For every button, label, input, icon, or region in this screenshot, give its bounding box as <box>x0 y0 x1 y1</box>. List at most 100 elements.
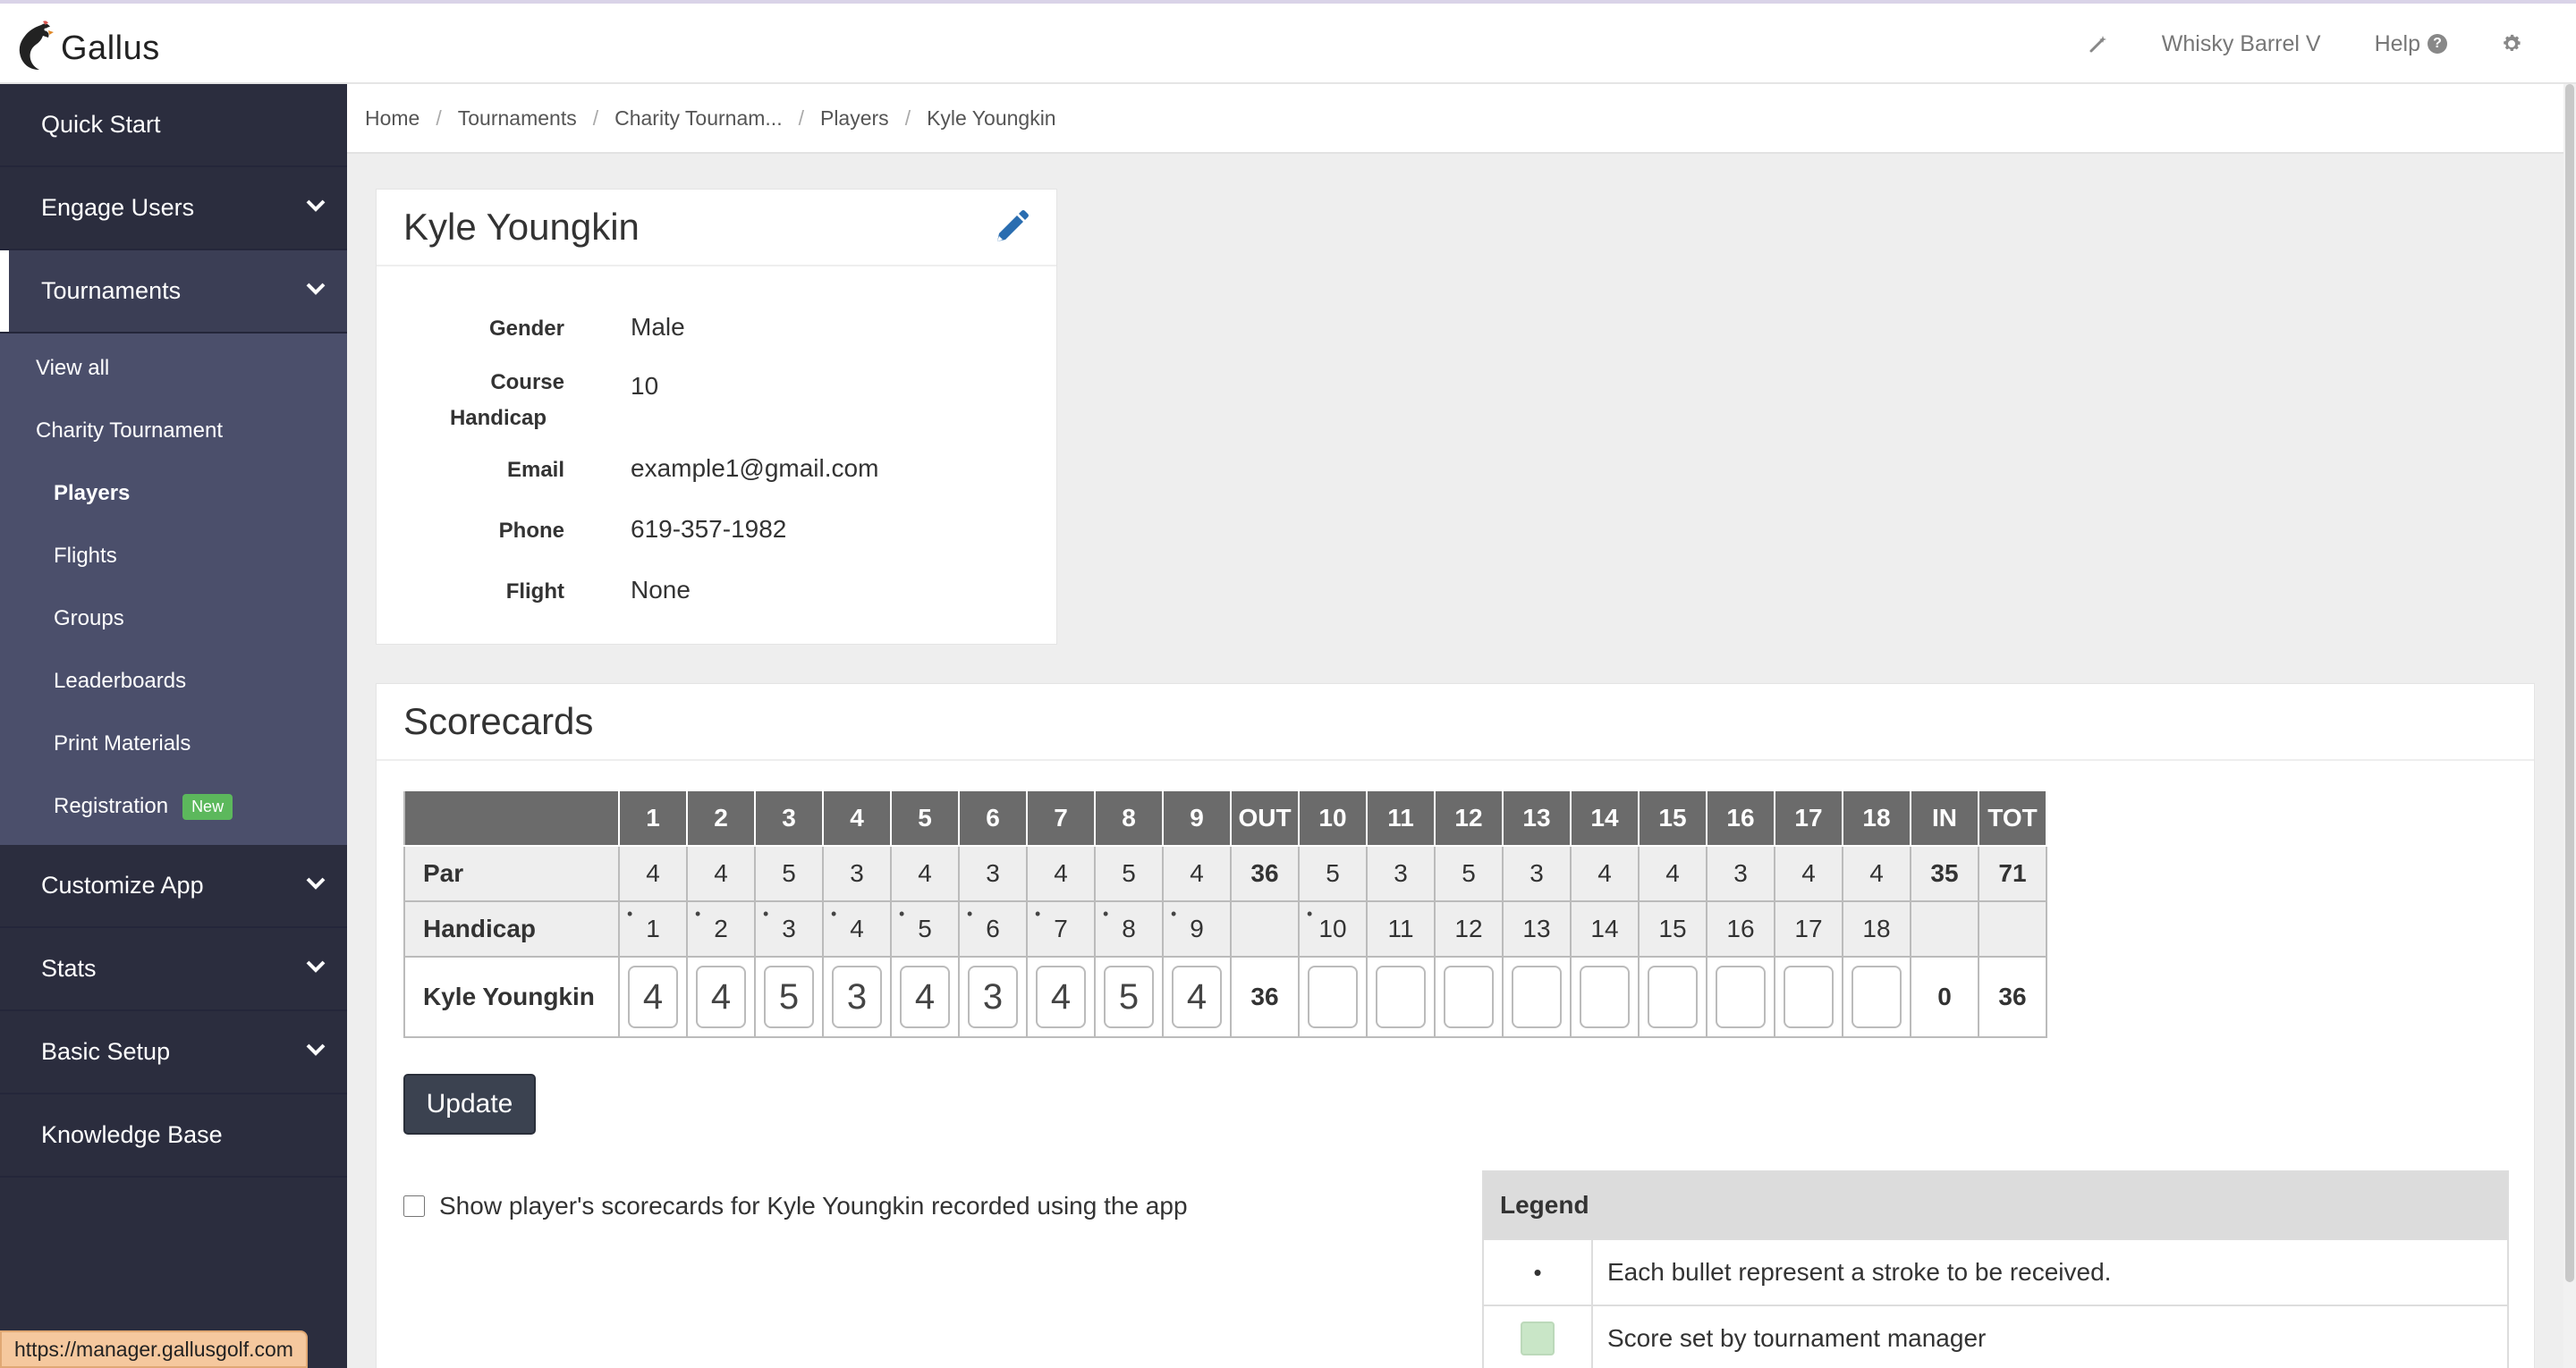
sidebar: Quick Start Engage Users Tournaments Vie… <box>0 84 347 1368</box>
gear-icon[interactable] <box>2501 33 2522 55</box>
top-bar: Gallus Whisky Barrel V Help ? <box>0 0 2576 84</box>
app-logo[interactable]: Gallus <box>14 20 160 77</box>
score-cell <box>1570 956 1640 1038</box>
score-input[interactable] <box>1716 966 1766 1028</box>
par-cell: 5 <box>1434 845 1504 902</box>
stroke-bullet-icon: • <box>1035 905 1041 923</box>
sidebar-item-leaderboards[interactable]: Leaderboards <box>0 650 347 713</box>
score-input[interactable] <box>1580 966 1630 1028</box>
par-cell: 36 <box>1230 845 1300 902</box>
score-input[interactable] <box>1308 966 1358 1028</box>
score-cell <box>1434 956 1504 1038</box>
score-cell: 5 <box>754 956 824 1038</box>
score-cell <box>1774 956 1843 1038</box>
score-cell: 3 <box>958 956 1028 1038</box>
score-cell: 3 <box>822 956 892 1038</box>
header-hole-14: 14 <box>1570 790 1640 847</box>
par-cell: 4 <box>1570 845 1640 902</box>
chevron-down-icon <box>306 199 326 212</box>
header-hole-6: 6 <box>958 790 1028 847</box>
handicap-value: 14 <box>1590 915 1619 942</box>
score-input[interactable]: 4 <box>628 966 678 1028</box>
handicap-cell: • 4 <box>822 900 892 958</box>
sidebar-item-view-all[interactable]: View all <box>0 337 347 400</box>
score-input[interactable] <box>1376 966 1426 1028</box>
header-hole-17: 17 <box>1774 790 1843 847</box>
handicap-cell: 15 <box>1638 900 1707 958</box>
update-button[interactable]: Update <box>403 1074 536 1135</box>
header-hole-1: 1 <box>618 790 688 847</box>
scorecards-card: Scorecards 1 2 3 4 5 6 7 8 9 OUT 10 11 12 13 14 15 16 17 1… <box>376 683 2535 1368</box>
par-cell: 35 <box>1910 845 1979 902</box>
score-input[interactable] <box>1852 966 1902 1028</box>
handicap-cell: 12 <box>1434 900 1504 958</box>
show-app-scorecards-option[interactable]: Show player's scorecards for Kyle Youngk… <box>403 1192 1188 1220</box>
scrollbar-thumb[interactable] <box>2565 84 2574 1282</box>
header-hole-4: 4 <box>822 790 892 847</box>
score-input[interactable] <box>1784 966 1834 1028</box>
score-input[interactable]: 5 <box>1104 966 1154 1028</box>
breadcrumb-players[interactable]: Players <box>820 106 889 131</box>
par-cell: 4 <box>1842 845 1911 902</box>
magic-wand-icon[interactable] <box>2089 34 2108 54</box>
help-link[interactable]: Help ? <box>2375 31 2447 57</box>
score-input[interactable] <box>1444 966 1494 1028</box>
stroke-bullet-icon: • <box>627 905 633 923</box>
course-handicap-value: 10 <box>631 372 659 400</box>
sidebar-item-knowledge-base[interactable]: Knowledge Base <box>0 1094 347 1178</box>
sidebar-item-stats[interactable]: Stats <box>0 928 347 1011</box>
breadcrumb-tournament[interactable]: Charity Tournam... <box>614 106 782 131</box>
sidebar-item-label: Registration <box>54 794 169 818</box>
header-hole-9: 9 <box>1162 790 1232 847</box>
breadcrumb-tournaments[interactable]: Tournaments <box>458 106 577 131</box>
handicap-value: 1 <box>646 915 660 942</box>
legend-manager-text: Score set by tournament manager <box>1607 1324 1987 1352</box>
handicap-value: 10 <box>1318 915 1347 942</box>
breadcrumb-separator: / <box>798 106 804 130</box>
handicap-value: 15 <box>1658 915 1687 942</box>
sidebar-item-registration[interactable]: Registration New <box>0 775 347 838</box>
sidebar-item-flights[interactable]: Flights <box>0 525 347 587</box>
sidebar-item-charity-tournament[interactable]: Charity Tournament <box>0 400 347 462</box>
score-input[interactable]: 4 <box>1036 966 1086 1028</box>
sidebar-item-engage-users[interactable]: Engage Users <box>0 167 347 250</box>
grand-total: 36 <box>1978 956 2047 1038</box>
score-input[interactable]: 3 <box>832 966 882 1028</box>
par-cell: 4 <box>1162 845 1232 902</box>
header-hole-5: 5 <box>890 790 960 847</box>
handicap-value: 18 <box>1862 915 1891 942</box>
phone-label: Phone <box>498 519 564 543</box>
score-input[interactable]: 3 <box>968 966 1018 1028</box>
sidebar-item-print-materials[interactable]: Print Materials <box>0 713 347 775</box>
stroke-bullet-icon: • <box>1103 905 1109 923</box>
handicap-cell: 16 <box>1706 900 1775 958</box>
score-input[interactable] <box>1512 966 1562 1028</box>
stroke-bullet-icon: • <box>899 905 905 923</box>
sidebar-item-groups[interactable]: Groups <box>0 587 347 650</box>
header-hole-12: 12 <box>1434 790 1504 847</box>
sidebar-item-tournaments[interactable]: Tournaments <box>0 250 347 334</box>
sidebar-item-customize-app[interactable]: Customize App <box>0 845 347 928</box>
sidebar-item-basic-setup[interactable]: Basic Setup <box>0 1011 347 1094</box>
par-cell: 71 <box>1978 845 2047 902</box>
score-cell <box>1366 956 1436 1038</box>
header-hole-11: 11 <box>1366 790 1436 847</box>
score-input[interactable] <box>1648 966 1698 1028</box>
sidebar-item-quick-start[interactable]: Quick Start <box>0 84 347 167</box>
org-switcher[interactable]: Whisky Barrel V <box>2162 31 2321 57</box>
row-label: Par <box>403 845 620 902</box>
handicap-value: 8 <box>1122 915 1136 942</box>
sidebar-item-label: Knowledge Base <box>41 1121 223 1148</box>
score-input[interactable]: 4 <box>900 966 950 1028</box>
sidebar-item-label: Quick Start <box>41 111 161 138</box>
sidebar-item-players[interactable]: Players <box>0 462 347 525</box>
header-hole-18: 18 <box>1842 790 1911 847</box>
score-input[interactable]: 4 <box>696 966 746 1028</box>
pencil-edit-icon[interactable] <box>988 206 1033 250</box>
breadcrumb-home[interactable]: Home <box>365 106 419 131</box>
score-input[interactable]: 4 <box>1172 966 1222 1028</box>
show-app-scorecards-checkbox[interactable] <box>403 1195 425 1217</box>
handicap-cell: • 3 <box>754 900 824 958</box>
score-input[interactable]: 5 <box>764 966 814 1028</box>
help-label: Help <box>2374 30 2420 56</box>
